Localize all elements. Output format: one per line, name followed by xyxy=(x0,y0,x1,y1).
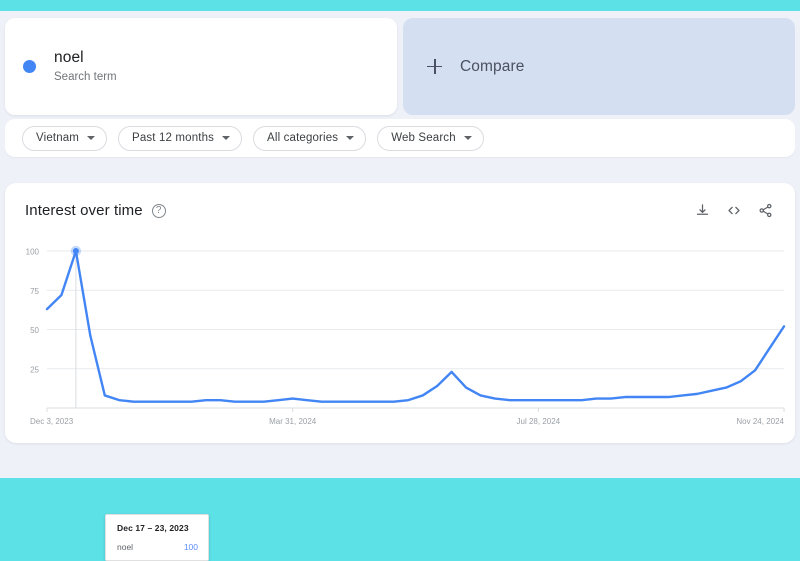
chevron-down-icon xyxy=(222,136,231,140)
chart-title-wrap: Interest over time ? xyxy=(25,202,166,219)
filter-time-range-label: Past 12 months xyxy=(132,132,215,144)
chart-title: Interest over time xyxy=(25,202,143,219)
chart-plot-area: 25 50 75 100 Dec 3, 2023 Mar 31, 2024 Jul 28, … xyxy=(5,243,795,443)
y-axis-tick-label: 75 xyxy=(30,287,39,296)
highlighted-data-point[interactable] xyxy=(72,248,79,254)
interest-over-time-line-chart[interactable]: 25 50 75 100 Dec 3, 2023 Mar 31, 2024 Jul 28, … xyxy=(5,243,795,443)
filter-location[interactable]: Vietnam xyxy=(22,125,108,151)
filter-bar: Vietnam Past 12 months All categories We… xyxy=(5,119,795,157)
compare-card[interactable]: Compare xyxy=(403,18,795,115)
filter-location-label: Vietnam xyxy=(36,132,80,144)
x-axis-tick-label: Mar 31, 2024 xyxy=(269,417,317,426)
search-term-label: noel xyxy=(54,48,84,66)
x-axis-tick-label: Nov 24, 2024 xyxy=(736,417,784,426)
y-axis-tick-label: 50 xyxy=(30,326,39,335)
download-icon[interactable] xyxy=(695,203,710,218)
share-icon[interactable] xyxy=(758,203,773,218)
filter-category-label: All categories xyxy=(267,132,339,144)
search-term-card[interactable]: noel Search term xyxy=(5,18,397,115)
plus-icon xyxy=(427,59,442,74)
terms-row: noel Search term Compare xyxy=(0,11,800,115)
compare-label: Compare xyxy=(460,57,525,75)
filter-search-type-label: Web Search xyxy=(391,132,456,144)
y-axis-tick-label: 25 xyxy=(30,365,39,374)
search-term-text: noel Search term xyxy=(54,48,117,86)
filter-time-range[interactable]: Past 12 months xyxy=(118,125,243,151)
chevron-down-icon xyxy=(346,136,355,140)
chevron-down-icon xyxy=(463,136,472,140)
x-axis-tick-label: Jul 28, 2024 xyxy=(517,417,561,426)
tooltip-row: noel 100 xyxy=(117,542,198,552)
filter-search-type[interactable]: Web Search xyxy=(377,125,484,151)
chart-actions xyxy=(695,203,773,218)
tooltip-value: 100 xyxy=(183,542,198,552)
tooltip-term: noel xyxy=(117,542,134,552)
filter-category[interactable]: All categories xyxy=(253,125,367,151)
x-axis-tick-label: Dec 3, 2023 xyxy=(30,417,74,426)
embed-code-icon[interactable] xyxy=(726,203,742,218)
help-icon[interactable]: ? xyxy=(151,203,166,218)
series-line-noel xyxy=(45,249,786,403)
trends-page: noel Search term Compare Vietnam Past 12… xyxy=(0,11,800,561)
search-term-type: Search term xyxy=(54,70,117,83)
chart-tooltip: Dec 17 – 23, 2023 noel 100 xyxy=(105,514,209,561)
chevron-down-icon xyxy=(87,136,96,140)
series-color-dot xyxy=(23,60,36,73)
y-axis-tick-label: 100 xyxy=(26,248,40,257)
tooltip-date-range: Dec 17 – 23, 2023 xyxy=(117,523,189,533)
chart-header: Interest over time ? xyxy=(5,183,795,219)
interest-over-time-card: Interest over time ? 25 50 75 100 Dec 3,… xyxy=(5,183,795,561)
